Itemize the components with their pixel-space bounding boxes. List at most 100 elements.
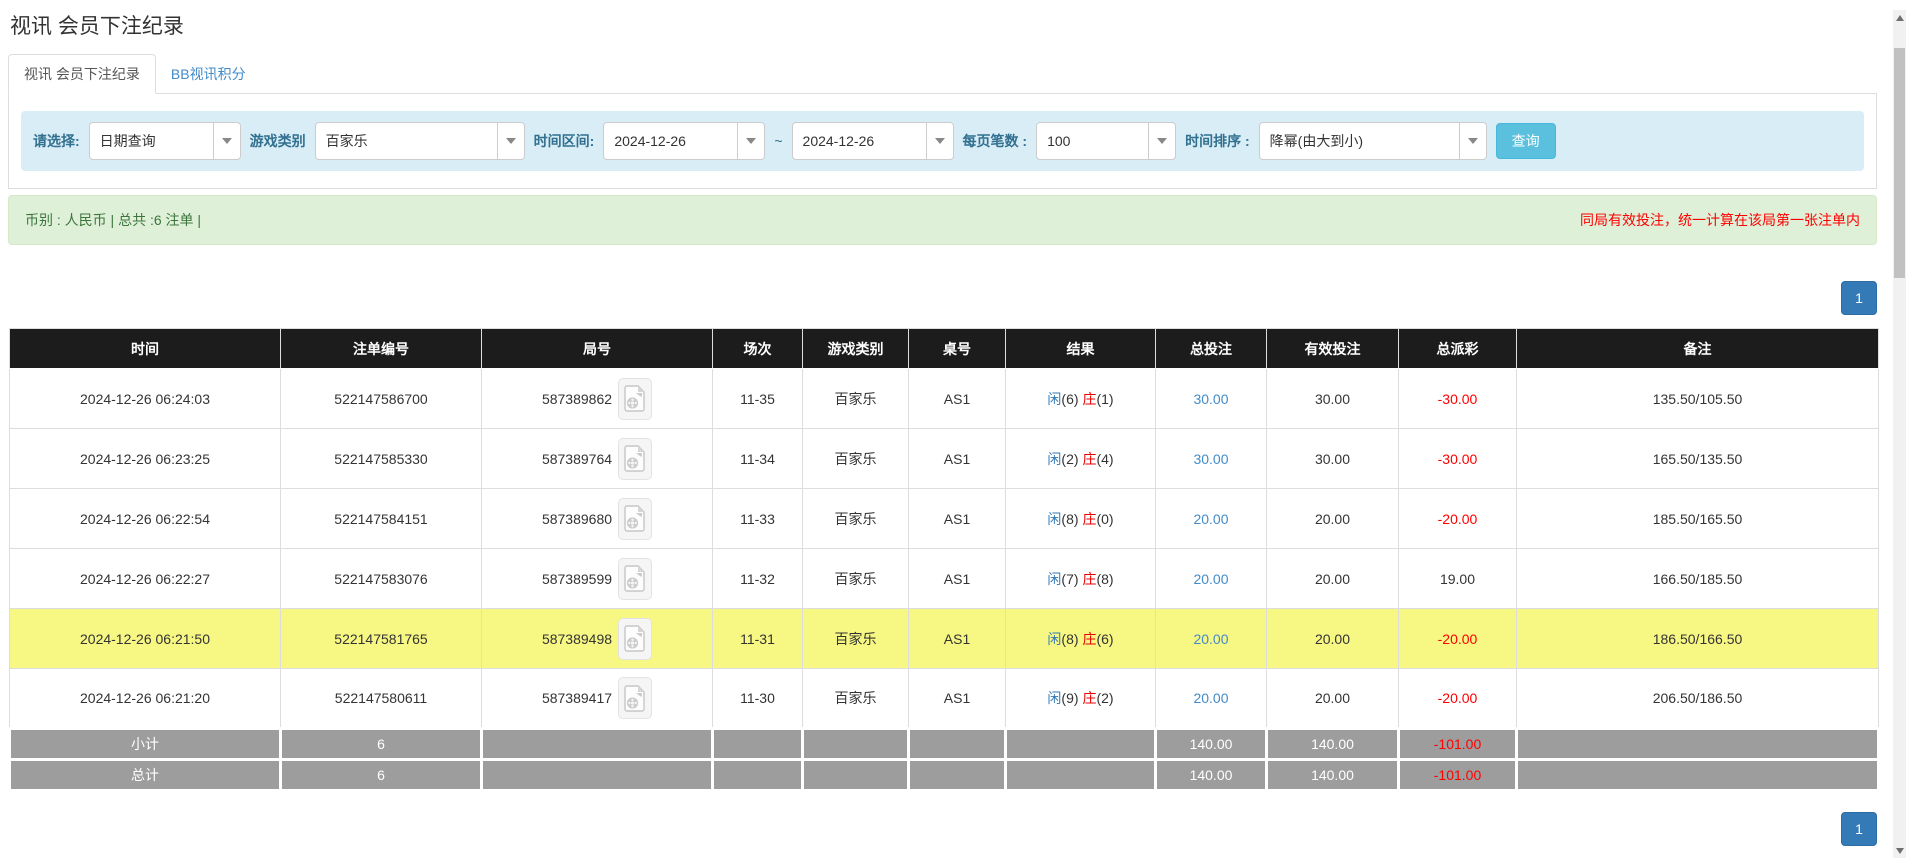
table-header-row: 时间 注单编号 局号 场次 游戏类别 桌号 结果 总投注 有效投注 总派彩 备注 [10,329,1879,369]
cell-payout: -20.00 [1399,669,1517,729]
vertical-scrollbar[interactable] [1893,10,1906,858]
cell-game: 百家乐 [803,549,909,609]
grand-total-count: 6 [281,760,482,791]
cell-session: 11-31 [713,609,803,669]
total-bet-link[interactable]: 30.00 [1193,391,1228,407]
video-replay-icon[interactable] [618,618,652,660]
total-bet-link[interactable]: 20.00 [1193,631,1228,647]
subtotal-row: 小计 6 140.00 140.00 -101.00 [10,729,1879,760]
date-from-select[interactable]: 2024-12-26 [603,122,765,160]
cell-round: 587389498 [482,609,713,669]
cell-game: 百家乐 [803,369,909,429]
cell-game: 百家乐 [803,609,909,669]
result-banker: 庄 [1082,690,1096,706]
filter-bar: 请选择: 日期查询 游戏类别 百家乐 时间区间: 2024-12-26 ~ 20… [21,111,1864,171]
total-bet-link[interactable]: 30.00 [1193,451,1228,467]
cell-result: 闲(8) 庄(6) [1006,609,1156,669]
cell-round: 587389599 [482,549,713,609]
game-type-select[interactable]: 百家乐 [315,122,525,160]
search-button[interactable]: 查询 [1496,123,1556,159]
video-replay-icon[interactable] [618,677,652,719]
video-replay-icon[interactable] [618,558,652,600]
result-player-count: (8) [1061,631,1078,647]
range-tilde: ~ [774,133,782,149]
pagination-bottom: 1 [8,812,1877,846]
time-sort-select[interactable]: 降幂(由大到小) [1259,122,1487,160]
cell-valid-bet: 30.00 [1267,429,1399,489]
table-row: 2024-12-26 06:23:25 522147585330 5873897… [10,429,1879,489]
total-bet-link[interactable]: 20.00 [1193,571,1228,587]
scrollbar-down-arrow-icon[interactable] [1893,843,1906,858]
tab-betting-records[interactable]: 视讯 会员下注纪录 [8,54,156,94]
round-number: 587389417 [542,690,612,706]
game-type-value: 百家乐 [316,123,497,159]
cell-note: 186.50/166.50 [1517,609,1879,669]
cell-round: 587389862 [482,369,713,429]
time-sort-label: 时间排序 : [1185,131,1250,151]
cell-payout: 19.00 [1399,549,1517,609]
query-type-label: 请选择: [33,131,80,151]
table-row: 2024-12-26 06:24:03 522147586700 5873898… [10,369,1879,429]
per-page-value: 100 [1037,123,1148,159]
table-row: 2024-12-26 06:21:20 522147580611 5873894… [10,669,1879,729]
tab-bb-video-points[interactable]: BB视讯积分 [156,55,261,93]
query-type-value: 日期查询 [90,123,213,159]
header-valid-bet: 有效投注 [1267,329,1399,369]
cell-round: 587389680 [482,489,713,549]
header-payout: 总派彩 [1399,329,1517,369]
grand-total-valid-bet: 140.00 [1267,760,1399,791]
total-bet-link[interactable]: 20.00 [1193,690,1228,706]
result-player: 闲 [1047,391,1061,407]
date-to-select[interactable]: 2024-12-26 [792,122,954,160]
page-1-button[interactable]: 1 [1841,812,1877,846]
subtotal-valid-bet: 140.00 [1267,729,1399,760]
cell-result: 闲(8) 庄(0) [1006,489,1156,549]
video-replay-icon[interactable] [618,438,652,480]
video-replay-icon[interactable] [618,498,652,540]
subtotal-count: 6 [281,729,482,760]
caret-down-icon [926,123,953,159]
video-replay-icon[interactable] [618,378,652,420]
grand-total-total-bet: 140.00 [1156,760,1267,791]
cell-game: 百家乐 [803,489,909,549]
per-page-select[interactable]: 100 [1036,122,1176,160]
result-banker-count: (8) [1096,571,1113,587]
subtotal-payout: -101.00 [1399,729,1517,760]
cell-time: 2024-12-26 06:22:54 [10,489,281,549]
header-total-bet: 总投注 [1156,329,1267,369]
cell-payout: -30.00 [1399,369,1517,429]
header-time: 时间 [10,329,281,369]
scrollbar-thumb[interactable] [1894,48,1905,278]
cell-total-bet: 20.00 [1156,669,1267,729]
result-banker: 庄 [1082,391,1096,407]
cell-total-bet: 30.00 [1156,429,1267,489]
header-table: 桌号 [909,329,1006,369]
date-from-value: 2024-12-26 [604,123,737,159]
scrollbar-up-arrow-icon[interactable] [1893,10,1906,25]
per-page-label: 每页笔数 : [963,131,1028,151]
round-number: 587389680 [542,511,612,527]
result-banker-count: (4) [1096,451,1113,467]
cell-game: 百家乐 [803,669,909,729]
caret-down-icon [1459,123,1486,159]
date-to-value: 2024-12-26 [793,123,926,159]
cell-table: AS1 [909,669,1006,729]
time-sort-value: 降幂(由大到小) [1260,123,1459,159]
cell-note: 166.50/185.50 [1517,549,1879,609]
round-number: 587389599 [542,571,612,587]
subtotal-total-bet: 140.00 [1156,729,1267,760]
caret-down-icon [1148,123,1175,159]
cell-session: 11-33 [713,489,803,549]
cell-bet-id: 522147581765 [281,609,482,669]
page-1-button[interactable]: 1 [1841,281,1877,315]
result-player: 闲 [1047,571,1061,587]
result-player-count: (7) [1061,571,1078,587]
cell-note: 185.50/165.50 [1517,489,1879,549]
grand-total-row: 总计 6 140.00 140.00 -101.00 [10,760,1879,791]
caret-down-icon [737,123,764,159]
total-bet-link[interactable]: 20.00 [1193,511,1228,527]
round-number: 587389498 [542,631,612,647]
query-type-select[interactable]: 日期查询 [89,122,241,160]
caret-down-icon [497,123,524,159]
cell-time: 2024-12-26 06:22:27 [10,549,281,609]
